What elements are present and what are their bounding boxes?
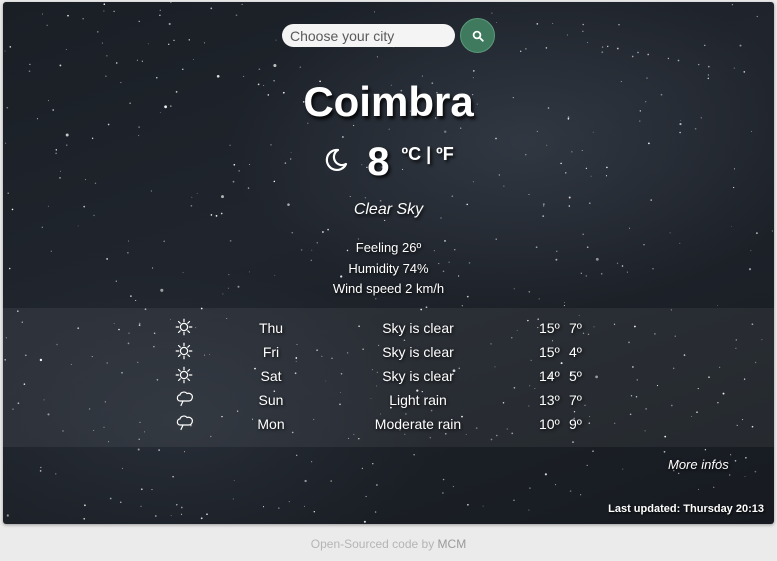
forecast-low: 9º (569, 416, 582, 432)
author-link[interactable]: MCM (438, 537, 467, 551)
wind-text: Wind speed 2 km/h (332, 281, 445, 296)
forecast-low: 5º (569, 368, 582, 384)
sun-icon (175, 318, 195, 338)
forecast-description: Light rain (389, 392, 447, 408)
forecast-high: 13º (539, 392, 560, 408)
forecast-day: Mon (257, 416, 285, 432)
search-icon (472, 30, 484, 42)
sun-icon (175, 342, 195, 362)
forecast-table: Thu Sky is clear 15º 7º Fri Sky is clear… (3, 308, 774, 447)
unit-toggle[interactable]: ºC | ºF (402, 144, 454, 165)
humidity-text: Humidity 74% (348, 260, 429, 276)
temperature-value: 8 (367, 140, 390, 184)
forecast-day: Thu (258, 320, 284, 336)
search-bar (3, 18, 774, 53)
sun-icon (175, 366, 195, 386)
search-button[interactable] (460, 18, 495, 53)
city-search-input[interactable] (282, 24, 455, 47)
forecast-day: Sat (260, 368, 282, 384)
current-temperature: 8 ºC | ºF (3, 138, 774, 186)
forecast-description: Sky is clear (382, 320, 454, 336)
forecast-row: Thu Sky is clear 15º 7º (3, 316, 774, 340)
forecast-day: Sun (258, 392, 284, 408)
weather-card: Coimbra 8 ºC | ºF Clear Sky Feeling 26º … (3, 2, 774, 524)
forecast-high: 10º (539, 416, 560, 432)
weather-details: Feeling 26º Humidity 74% Wind speed 2 km… (3, 238, 774, 300)
rain-icon (175, 414, 195, 434)
forecast-row: Sat Sky is clear 14º 5º (3, 364, 774, 388)
forecast-high: 15º (539, 320, 560, 336)
forecast-description: Moderate rain (374, 416, 462, 432)
more-infos-link[interactable]: More infos (668, 457, 729, 472)
forecast-row: Mon Moderate rain 10º 9º (3, 412, 774, 436)
forecast-row: Fri Sky is clear 15º 4º (3, 340, 774, 364)
rain-icon (175, 390, 195, 410)
last-updated: Last updated: Thursday 20:13 (608, 503, 764, 515)
forecast-low: 7º (569, 320, 582, 336)
feeling-text: Feeling 26º (355, 240, 422, 255)
forecast-low: 7º (569, 392, 582, 408)
forecast-description: Sky is clear (382, 368, 454, 384)
weather-description: Clear Sky (353, 201, 424, 218)
footer: Open-Sourced code by MCM (0, 537, 777, 551)
forecast-high: 14º (539, 368, 560, 384)
forecast-high: 15º (539, 344, 560, 360)
city-name: Coimbra (303, 78, 474, 125)
forecast-day: Fri (262, 344, 280, 360)
forecast-row: Sun Light rain 13º 7º (3, 388, 774, 412)
moon-icon (326, 148, 348, 171)
forecast-low: 4º (569, 344, 582, 360)
footer-text: Open-Sourced code by (310, 537, 435, 551)
forecast-description: Sky is clear (382, 344, 454, 360)
